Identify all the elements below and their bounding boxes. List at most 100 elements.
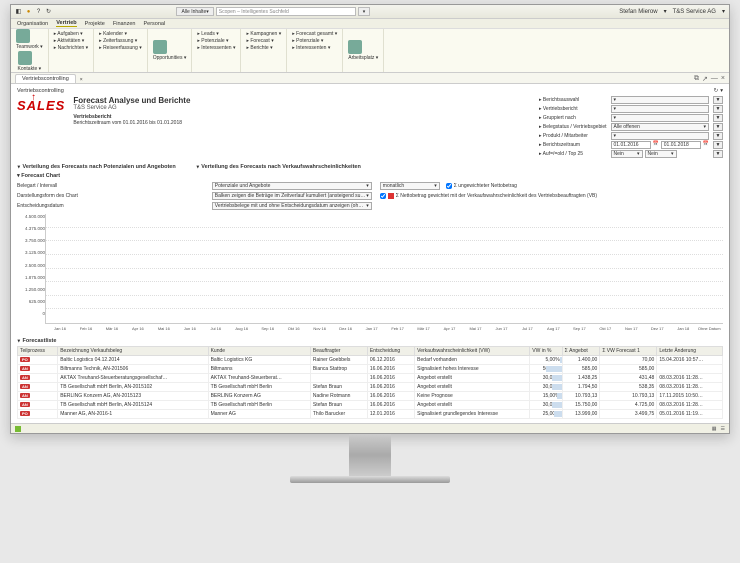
section-distribution-probability[interactable]: Verteilung des Forecasts nach Verkaufswa… xyxy=(196,164,361,170)
filter-button[interactable]: ▼ xyxy=(713,105,723,113)
calendar-icon[interactable]: 📅 xyxy=(703,141,709,149)
config-select-interval[interactable]: monatlich▾ xyxy=(380,182,440,190)
forecast-chart-label: ▾ Forecast Chart xyxy=(17,173,723,179)
filter-select[interactable]: ▾ xyxy=(611,105,709,113)
filter-button[interactable]: ▼ xyxy=(713,123,723,131)
ribbon-kampagnen[interactable]: ▸ Kampagnen ▾ xyxy=(246,31,281,37)
help-icon[interactable]: ? xyxy=(35,8,42,15)
ribbon-interessenten[interactable]: ▸ Interessenten ▾ xyxy=(197,45,235,51)
ribbon-aufgaben[interactable]: ▸ Aufgaben ▾ xyxy=(54,31,88,37)
table-row[interactable]: ANAKTAX Treuhand-Steuerberatungsgesellsc… xyxy=(18,374,723,383)
panel-tool-icon[interactable]: ↻ xyxy=(714,88,719,94)
ribbon-zeiterfassung[interactable]: ▸ Zeiterfassung ▾ xyxy=(99,38,142,44)
ribbon-teamwork[interactable]: Teamwork ▾ xyxy=(16,44,43,50)
minimize-icon[interactable]: — xyxy=(711,75,718,83)
section-forecastliste[interactable]: Forecastliste xyxy=(17,338,723,344)
ribbon-potenziale[interactable]: ▸ Potenziale ▾ xyxy=(197,38,235,44)
filter-button[interactable]: ▼ xyxy=(713,141,723,149)
filter-select[interactable]: ▾ xyxy=(611,96,709,104)
menu-personal[interactable]: Personal xyxy=(144,21,166,27)
checkbox-weighted[interactable] xyxy=(380,193,386,199)
tab-close-icon[interactable]: × xyxy=(80,77,83,83)
ribbon-potenziale[interactable]: ▸ Potenziale ▾ xyxy=(292,38,337,44)
window-close-icon[interactable]: × xyxy=(721,75,725,83)
column-header[interactable]: Verkaufswahrscheinlichkeit (VW) xyxy=(415,347,530,356)
global-search-input[interactable]: Scopen – Intelligentes Suchfeld xyxy=(216,7,356,16)
column-header[interactable]: Beauftragter xyxy=(310,347,367,356)
config-select[interactable]: Potenziale und Angebote▾ xyxy=(212,182,372,190)
user-name[interactable]: Stefan Mierow xyxy=(619,9,657,15)
ribbon-nachrichten[interactable]: ▸ Nachrichten ▾ xyxy=(54,45,88,51)
menu-organisation[interactable]: Organisation xyxy=(17,21,48,27)
filter-button[interactable]: ▼ xyxy=(713,114,723,122)
filter-button[interactable]: ▼ xyxy=(713,96,723,104)
view-grid-icon[interactable]: ▦ xyxy=(712,426,717,432)
config-select[interactable]: Vertriebsbelege mit und ohne Entscheidun… xyxy=(212,202,372,210)
view-list-icon[interactable]: ☰ xyxy=(721,426,725,432)
menu-vertrieb[interactable]: Vertrieb xyxy=(56,20,76,27)
contacts-icon[interactable] xyxy=(18,51,32,65)
teamwork-icon[interactable] xyxy=(16,29,30,43)
calendar-icon[interactable]: 📅 xyxy=(653,141,659,149)
menu-finanzen[interactable]: Finanzen xyxy=(113,21,136,27)
ribbon-berichte[interactable]: ▸ Berichte ▾ xyxy=(246,45,281,51)
filter-label: ▸ Belegstatus / Vertriebsgebiet xyxy=(539,124,607,130)
column-header[interactable]: Kunde xyxy=(208,347,310,356)
table-row[interactable]: ANBERLING Konzern AG, AN-2015123BERLING … xyxy=(18,392,723,401)
date-to-input[interactable]: 01.01.2018 xyxy=(661,141,701,149)
search-dropdown[interactable]: ▾ xyxy=(358,7,371,16)
ribbon-interessenten[interactable]: ▸ Interessenten ▾ xyxy=(292,45,337,51)
table-row[interactable]: ANTB Gesellschaft mbH Berlin, AN-2015102… xyxy=(18,383,723,392)
filter-select[interactable]: Alle offenen▾ xyxy=(611,123,709,131)
column-header[interactable]: Σ Angebot xyxy=(562,347,600,356)
ribbon-arbeitsplatz[interactable]: Arbeitsplatz ▾ xyxy=(348,55,378,61)
checkbox-unweighted[interactable] xyxy=(446,183,452,189)
bell-icon[interactable]: ● xyxy=(25,8,32,15)
workplace-icon[interactable] xyxy=(348,40,362,54)
table-row[interactable]: ANTB Gesellschaft mbH Berlin, AN-2015124… xyxy=(18,401,723,410)
ribbon-opportunities[interactable]: Opportunities ▾ xyxy=(153,55,187,61)
ribbon: Teamwork ▾ Kontakte ▾ ▸ Aufgaben ▾▸ Aktivi… xyxy=(11,29,729,73)
copy-icon[interactable]: ⧉ xyxy=(694,75,699,83)
process-badge: AN xyxy=(20,375,30,380)
content-scope-dropdown[interactable]: Alle Inhalte ▾ xyxy=(176,7,213,16)
filter-select[interactable]: Nein▾ xyxy=(611,150,643,158)
column-header[interactable]: Teilprozess xyxy=(18,347,58,356)
ribbon-kalender[interactable]: ▸ Kalender ▾ xyxy=(99,31,142,37)
ribbon-forecast[interactable]: ▸ Forecast ▾ xyxy=(246,38,281,44)
section-distribution-potentials[interactable]: Verteilung des Forecasts nach Potenziale… xyxy=(17,164,176,170)
ribbon-reiseerfassung[interactable]: ▸ Reiseerfassung ▾ xyxy=(99,45,142,51)
company-name[interactable]: T&S Service AG xyxy=(673,9,716,15)
process-badge: AN xyxy=(20,366,30,371)
filter-button[interactable]: ▼ xyxy=(713,150,723,158)
ribbon-forecast gesamt[interactable]: ▸ Forecast gesamt ▾ xyxy=(292,31,337,37)
config-select[interactable]: Balken zeigen die Beträge im Zeitverlauf… xyxy=(212,192,372,200)
table-row[interactable]: ANBiltmanns Technik, AN-201506BiltmannsB… xyxy=(18,365,723,374)
menu-icon[interactable]: ◧ xyxy=(15,8,22,15)
panel-tool-icon[interactable]: ▾ xyxy=(720,88,723,94)
date-from-input[interactable]: 01.01.2016 xyxy=(611,141,651,149)
ribbon-leads[interactable]: ▸ Leads ▾ xyxy=(197,31,235,37)
filter-label: ▸ Berichtsauswahl xyxy=(539,97,607,103)
opps-icon[interactable] xyxy=(153,40,167,54)
column-header[interactable]: Letzte Änderung xyxy=(657,347,723,356)
table-row[interactable]: POManner AG, AN-2016-1Manner AGThilo Bar… xyxy=(18,410,723,419)
filter-select[interactable]: Nein▾ xyxy=(645,150,677,158)
filter-button[interactable]: ▼ xyxy=(713,132,723,140)
process-badge: PO xyxy=(20,411,30,416)
page-title: Forecast Analyse und Berichte xyxy=(73,96,190,105)
table-row[interactable]: POBaltic Logistics 04.12.2014Baltic Logi… xyxy=(18,356,723,365)
process-badge: PO xyxy=(20,357,30,362)
tab-vertriebscontrolling[interactable]: Vertriebscontrolling xyxy=(15,74,76,83)
filter-select[interactable]: ▾ xyxy=(611,132,709,140)
column-header[interactable]: Entscheidung xyxy=(367,347,414,356)
menu-projekte[interactable]: Projekte xyxy=(85,21,105,27)
column-header[interactable]: VW in % xyxy=(530,347,562,356)
filter-select[interactable]: ▾ xyxy=(611,114,709,122)
refresh-icon[interactable]: ↻ xyxy=(45,8,52,15)
column-header[interactable]: Bezeichnung Verkaufsbeleg xyxy=(58,347,208,356)
expand-icon[interactable]: ↗ xyxy=(702,75,708,83)
ribbon-aktivitäten[interactable]: ▸ Aktivitäten ▾ xyxy=(54,38,88,44)
ribbon-kontakte[interactable]: Kontakte ▾ xyxy=(18,66,42,72)
column-header[interactable]: Σ VW Forecast 1 xyxy=(600,347,657,356)
